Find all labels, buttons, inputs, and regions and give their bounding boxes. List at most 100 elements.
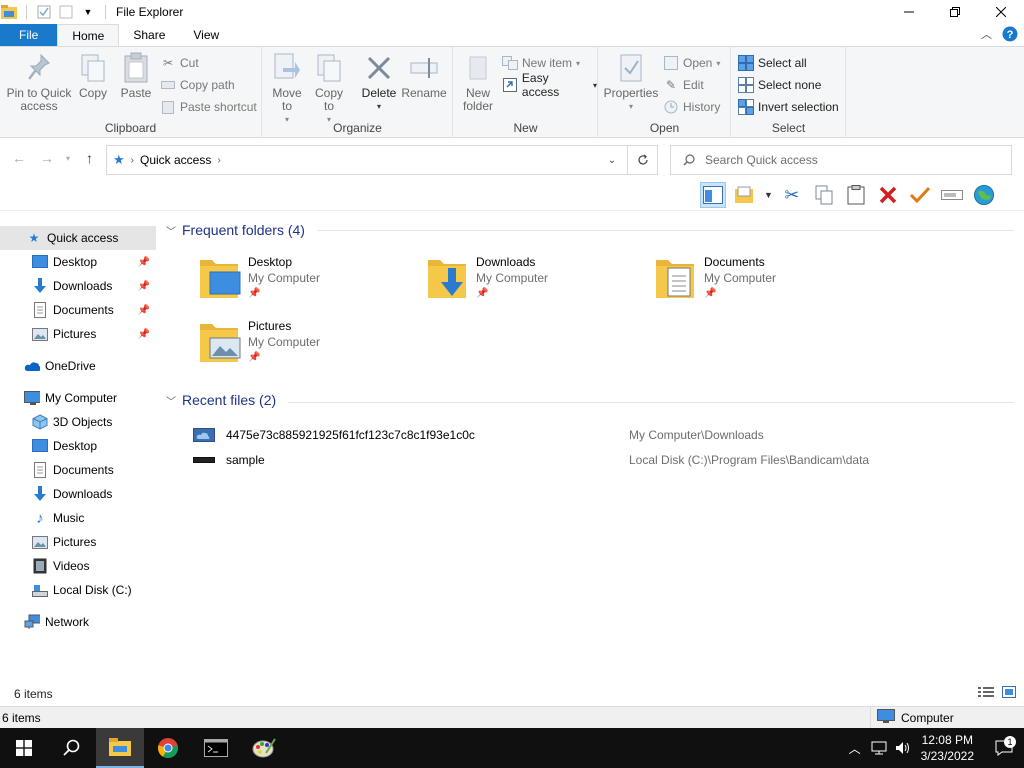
preview-pane-button[interactable] [700,182,726,208]
copy-button[interactable]: Copy [76,51,110,100]
folder-tile-pictures[interactable]: Pictures My Computer 📌 [198,318,418,376]
sidebar-item-quick-access[interactable]: ★ Quick access [0,226,156,250]
move-to-button[interactable]: Move to ▾ [269,51,305,126]
collapse-chevron-icon[interactable]: ﹀ [166,223,176,238]
paste-toolbar-button[interactable] [843,182,869,208]
confirm-toolbar-button[interactable] [907,182,933,208]
delete-button[interactable]: Delete ▾ [359,51,399,113]
properties-toolbar-button[interactable] [732,182,758,208]
copy-path-button[interactable]: Copy path [160,75,235,95]
paste-button[interactable]: Paste [118,51,154,100]
breadcrumb-chevron-icon[interactable]: › [217,155,220,166]
sidebar-item-pc-downloads[interactable]: Downloads [0,482,156,506]
breadcrumb-quick-access[interactable]: Quick access [140,153,211,167]
back-arrow-icon[interactable]: ← [12,150,26,166]
sidebar-item-pc-pictures[interactable]: Pictures [0,530,156,554]
search-taskbar-button[interactable] [48,728,96,768]
easy-access-button[interactable]: Easy access ▾ [502,71,597,99]
collapse-ribbon-icon[interactable]: ︿ [981,26,992,45]
tab-view[interactable]: View [179,24,233,46]
open-button[interactable]: Open ▾ [663,53,720,73]
delete-toolbar-button[interactable] [875,182,901,208]
new-item-button[interactable]: New item ▾ [502,53,580,73]
globe-toolbar-button[interactable] [971,182,997,208]
pictures-icon [32,534,48,550]
new-folder-quick-icon[interactable] [57,3,75,21]
restore-button[interactable] [932,0,978,24]
pin-icon[interactable]: 📌 [138,329,150,340]
large-icons-view-icon[interactable] [1002,686,1016,701]
sidebar-item-music[interactable]: ♪ Music [0,506,156,530]
minimize-button[interactable] [886,0,932,24]
refresh-button[interactable] [627,146,657,174]
paste-shortcut-button[interactable]: Paste shortcut [160,97,257,117]
history-button[interactable]: History [663,97,720,117]
cut-button[interactable]: ✂ Cut [160,53,199,73]
sidebar-item-pictures[interactable]: Pictures 📌 [0,322,156,346]
address-history-dropdown-icon[interactable]: ⌄ [597,155,627,166]
tab-share[interactable]: Share [119,24,179,46]
sidebar-item-local-disk[interactable]: Local Disk (C:) [0,578,156,602]
taskbar-paint[interactable] [240,728,288,768]
frequent-folders-header[interactable]: ﹀ Frequent folders (4) [166,222,305,238]
properties-check-icon[interactable] [35,3,53,21]
select-none-button[interactable]: Select none [738,75,821,95]
tab-file[interactable]: File [0,24,58,46]
close-button[interactable] [978,0,1024,24]
copy-label: Copy [78,86,107,100]
copy-to-button[interactable]: Copy to ▾ [311,51,347,126]
network-tray-icon[interactable] [867,741,891,755]
cut-toolbar-button[interactable]: ✂ [779,182,805,208]
forward-arrow-icon[interactable]: → [40,150,54,166]
sidebar-item-desktop[interactable]: Desktop 📌 [0,250,156,274]
volume-icon[interactable] [891,741,915,755]
tab-home[interactable]: Home [57,24,120,46]
rename-button[interactable]: Rename [401,51,447,100]
pin-icon[interactable]: 📌 [138,281,150,292]
folder-tile-downloads[interactable]: Downloads My Computer 📌 [426,254,646,312]
folder-tile-desktop[interactable]: Desktop My Computer 📌 [198,254,418,312]
sidebar-item-downloads[interactable]: Downloads 📌 [0,274,156,298]
pin-icon[interactable]: 📌 [138,257,150,268]
show-hidden-icons-chevron-icon[interactable]: ︿ [843,740,867,757]
up-arrow-icon[interactable]: ↑ [86,150,93,166]
start-button[interactable] [0,728,48,768]
details-view-icon[interactable] [978,686,994,701]
clock[interactable]: 12:08 PM 3/23/2022 [921,732,974,764]
properties-button[interactable]: Properties ▾ [603,51,659,113]
search-input[interactable] [705,153,985,167]
taskbar-terminal[interactable] [192,728,240,768]
toolbar-dropdown-icon[interactable]: ▼ [764,190,773,200]
taskbar-chrome[interactable] [144,728,192,768]
sidebar-item-network[interactable]: Network [0,610,156,634]
pin-to-quick-access-button[interactable]: Pin to Quick access [6,51,72,113]
sidebar-item-documents[interactable]: Documents 📌 [0,298,156,322]
address-bar[interactable]: ★ › Quick access › ⌄ [106,145,658,175]
copy-toolbar-button[interactable] [811,182,837,208]
rename-toolbar-button[interactable] [939,182,965,208]
pin-icon[interactable]: 📌 [138,305,150,316]
edit-button[interactable]: ✎ Edit [663,75,704,95]
taskbar-file-explorer[interactable] [96,728,144,768]
sidebar-item-videos[interactable]: Videos [0,554,156,578]
action-center-button[interactable]: 1 [984,736,1024,756]
sidebar-item-pc-documents[interactable]: Documents [0,458,156,482]
sidebar-item-3d-objects[interactable]: 3D Objects [0,410,156,434]
open-icon [663,55,679,71]
invert-selection-button[interactable]: Invert selection [738,97,839,117]
sidebar-item-my-computer[interactable]: My Computer [0,386,156,410]
search-box[interactable] [670,145,1012,175]
folder-tile-documents[interactable]: Documents My Computer 📌 [654,254,874,312]
breadcrumb-chevron-icon[interactable]: › [131,155,134,166]
help-icon[interactable]: ? [1002,26,1018,45]
select-all-button[interactable]: Select all [738,53,807,73]
list-item[interactable]: sample Local Disk (C:)\Program Files\Ban… [192,449,992,471]
recent-locations-dropdown-icon[interactable]: ▾ [66,154,70,163]
customize-qat-dropdown-icon[interactable]: ▼ [79,3,97,21]
sidebar-item-pc-desktop[interactable]: Desktop [0,434,156,458]
list-item[interactable]: 4475e73c885921925f61fcf123c7c8c1f93e1c0c… [192,424,992,446]
recent-files-header[interactable]: ﹀ Recent files (2) [166,392,276,408]
new-folder-button[interactable]: New folder [460,51,496,113]
sidebar-item-onedrive[interactable]: OneDrive [0,354,156,378]
collapse-chevron-icon[interactable]: ﹀ [166,393,176,408]
